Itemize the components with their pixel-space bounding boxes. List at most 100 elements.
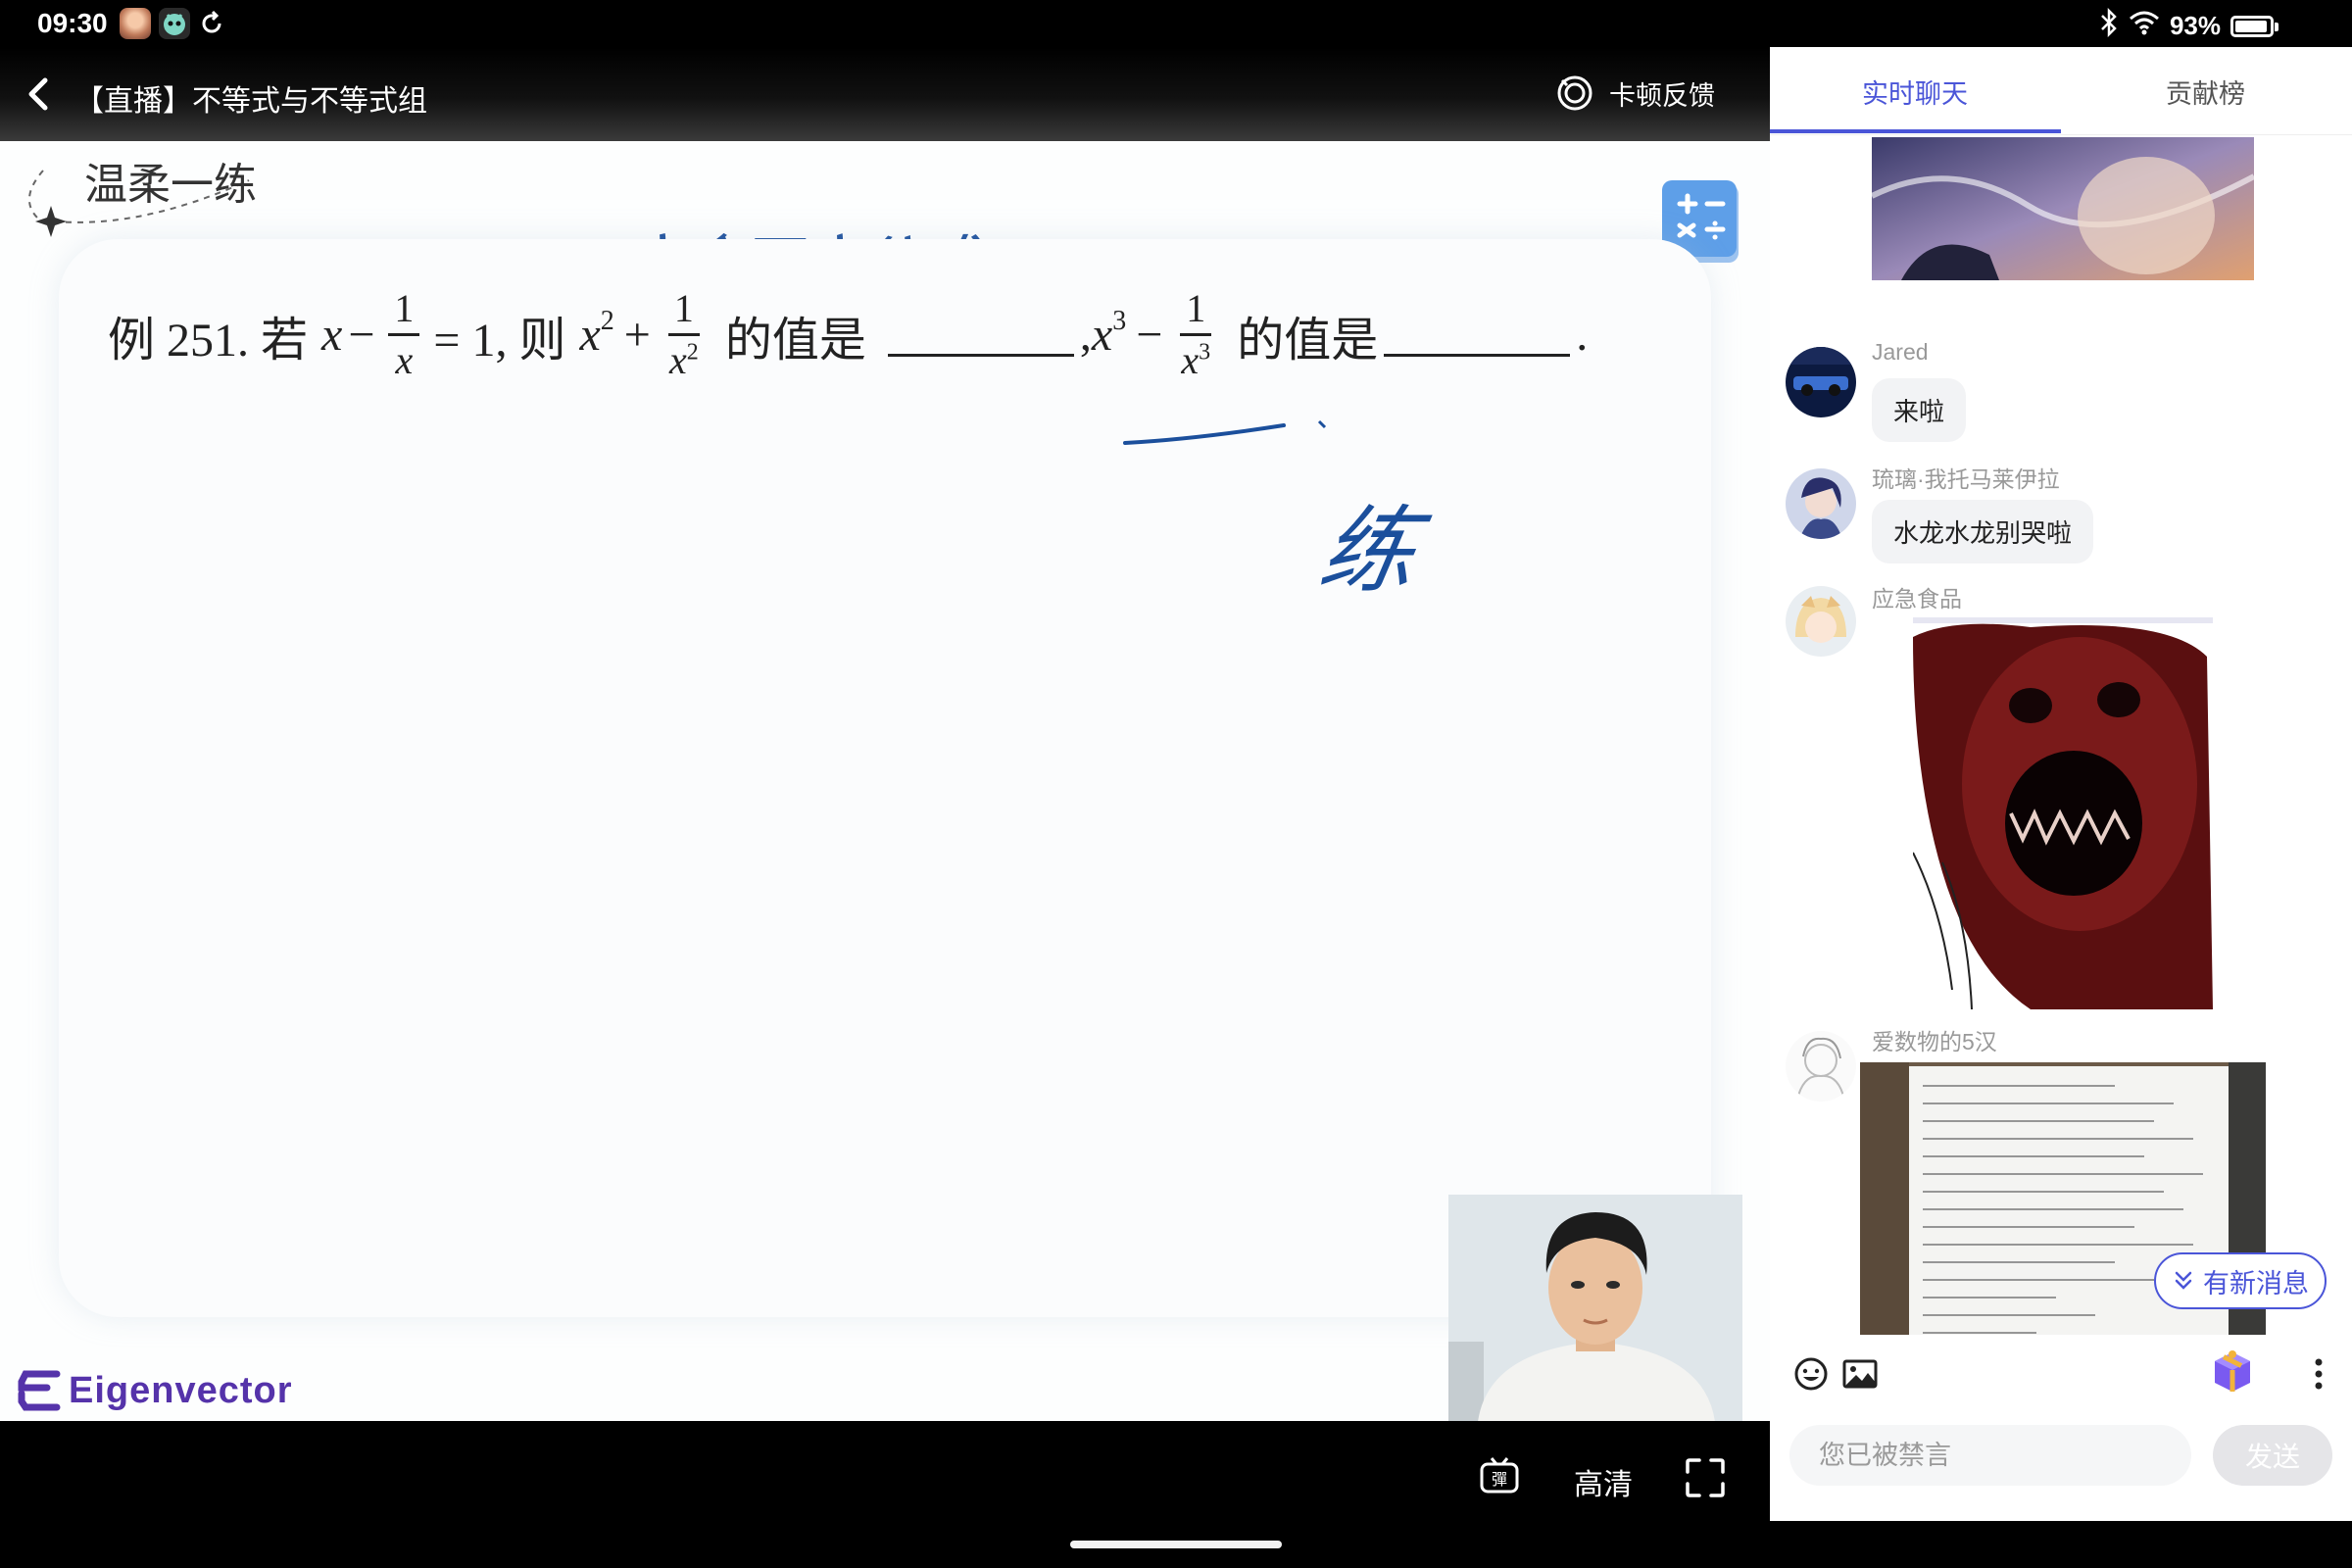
chat-bubble: 水龙水龙别哭啦	[1872, 500, 2094, 564]
math-op: +	[623, 309, 651, 361]
fullscreen-button[interactable]	[1684, 1456, 1727, 1507]
image-upload-button[interactable]	[1840, 1354, 1880, 1394]
practice-tag: 温柔一练	[84, 161, 257, 209]
anime-image	[1872, 137, 2254, 280]
active-tab-indicator	[1770, 129, 2061, 133]
chat-input-bar: 发送	[1770, 1335, 2352, 1521]
math-comma: ,	[1079, 309, 1092, 361]
more-vertical-icon	[2315, 1358, 2323, 1390]
status-bar: 09:30 93%	[0, 0, 2352, 47]
math-exponent: 3	[1199, 339, 1211, 366]
feedback-icon	[1557, 75, 1592, 111]
chat-username: 爱数物的5汉	[1872, 1029, 1997, 1054]
video-controls: 彈 高清	[0, 1421, 1770, 1568]
fullscreen-icon	[1686, 1458, 1725, 1497]
video-top-bar: 【直播】不等式与不等式组 卡顿反馈	[0, 47, 1770, 141]
avatar-image	[1786, 347, 1856, 417]
teacher-camera[interactable]	[1448, 1195, 1742, 1421]
avatar[interactable]	[1786, 347, 1856, 417]
problem-statement: 例 251. 若 x − 1 x = 1, 则 x2 + 1 x2 的值是 , …	[108, 288, 1588, 381]
fraction-1-over-x3: 1 x3	[1180, 288, 1212, 381]
tab-live-chat[interactable]: 实时聊天	[1862, 73, 1968, 111]
fraction-1-over-x: 1 x	[388, 288, 420, 382]
chat-username: 应急食品	[1872, 586, 1962, 612]
battery-percent: 93%	[2169, 11, 2221, 40]
chat-username: Jared	[1872, 339, 1929, 365]
eigenvector-logo-icon	[18, 1370, 61, 1411]
math-exponent: 3	[1112, 306, 1127, 336]
avatar[interactable]	[1786, 1031, 1856, 1102]
status-time: 09:30	[37, 8, 108, 38]
avatar-image	[1786, 586, 1856, 657]
back-button[interactable]	[20, 74, 59, 114]
gift-icon	[2215, 1350, 2250, 1392]
frac-numerator: 1	[1180, 288, 1212, 336]
send-button[interactable]: 发送	[2213, 1425, 2332, 1486]
problem-value-is: 的值是	[1237, 314, 1379, 367]
math-var: x	[668, 338, 687, 382]
new-messages-label: 有新消息	[2203, 1268, 2309, 1298]
math-exponent: 2	[600, 306, 614, 336]
emoji-button[interactable]	[1791, 1354, 1831, 1394]
chat-image[interactable]	[1913, 617, 2213, 1009]
chat-message-list[interactable]: Jared 来啦 琉璃·我托马莱伊拉 水龙水龙别哭啦 应急食品 爱数物的5汉	[1770, 137, 2352, 1335]
avatar-image	[1786, 468, 1856, 539]
avatar-image	[1786, 1031, 1856, 1102]
teacher-video	[1448, 1195, 1742, 1421]
frac-denominator: x	[395, 338, 414, 382]
live-video-area[interactable]: 【直播】不等式与不等式组 卡顿反馈 温柔一练 完全平方公式 例 251. 若 x…	[0, 47, 1770, 1568]
lag-feedback-label: 卡顿反馈	[1609, 80, 1715, 111]
whiteboard: 温柔一练 完全平方公式 例 251. 若 x − 1 x = 1, 则 x2 +…	[0, 141, 1770, 1421]
tab-contribution-rank[interactable]: 贡献榜	[2166, 73, 2245, 111]
frac-denominator: x2	[669, 336, 699, 381]
game-notification-icon	[159, 8, 190, 39]
double-chevron-down-icon	[2175, 1271, 2192, 1290]
wifi-icon	[2129, 10, 2160, 42]
eigenvector-logo-text: Eigenvector	[69, 1369, 293, 1411]
more-options-button[interactable]	[2299, 1354, 2338, 1394]
chat-image[interactable]	[1872, 137, 2254, 280]
problem-card	[59, 239, 1711, 1317]
frac-denominator: x3	[1181, 336, 1210, 381]
problem-prefix: 例 251. 若	[108, 314, 309, 367]
danmaku-icon: 彈	[1480, 1457, 1519, 1494]
svg-text:彈: 彈	[1492, 1470, 1507, 1489]
new-messages-button[interactable]: 有新消息	[2154, 1252, 2327, 1309]
gift-button[interactable]	[2209, 1348, 2256, 1396]
battery-icon	[2230, 15, 2278, 37]
image-icon	[1842, 1359, 1878, 1389]
math-period: .	[1576, 309, 1589, 361]
danmaku-toggle-button[interactable]: 彈	[1478, 1456, 1521, 1507]
math-var: x	[321, 309, 343, 361]
answer-blank	[1384, 314, 1571, 357]
quality-button[interactable]: 高清	[1574, 1460, 1633, 1503]
math-op: −	[1136, 309, 1163, 361]
math-op: −	[348, 309, 375, 361]
frac-numerator: 1	[388, 288, 420, 336]
chat-message-input[interactable]	[1789, 1425, 2191, 1486]
math-exponent: 2	[686, 339, 699, 366]
fraction-1-over-x2: 1 x2	[667, 288, 700, 381]
creepy-meme-image	[1913, 617, 2213, 1009]
avatar[interactable]	[1786, 468, 1856, 539]
lag-feedback-button[interactable]: 卡顿反馈	[1554, 73, 1715, 114]
math-var: x	[1181, 338, 1200, 382]
frac-numerator: 1	[667, 288, 700, 336]
problem-value-is: 的值是	[724, 314, 866, 367]
chevron-left-icon	[28, 77, 48, 111]
eigenvector-logo: Eigenvector	[18, 1368, 293, 1413]
sync-icon	[198, 10, 225, 42]
math-var: x	[579, 309, 601, 361]
handwriting-underline	[1123, 419, 1327, 445]
home-indicator[interactable]	[1070, 1541, 1282, 1548]
chat-tabs: 实时聊天 贡献榜	[1770, 47, 2352, 135]
app-notification-icon	[120, 8, 151, 39]
emoji-icon	[1794, 1357, 1828, 1391]
answer-blank	[887, 314, 1074, 357]
bluetooth-icon	[2099, 7, 2119, 44]
chat-username: 琉璃·我托马莱伊拉	[1872, 466, 2060, 492]
math-var: x	[1091, 309, 1113, 361]
chat-bubble: 来啦	[1872, 378, 1967, 442]
live-title: 【直播】不等式与不等式组	[74, 85, 427, 118]
avatar[interactable]	[1786, 586, 1856, 657]
